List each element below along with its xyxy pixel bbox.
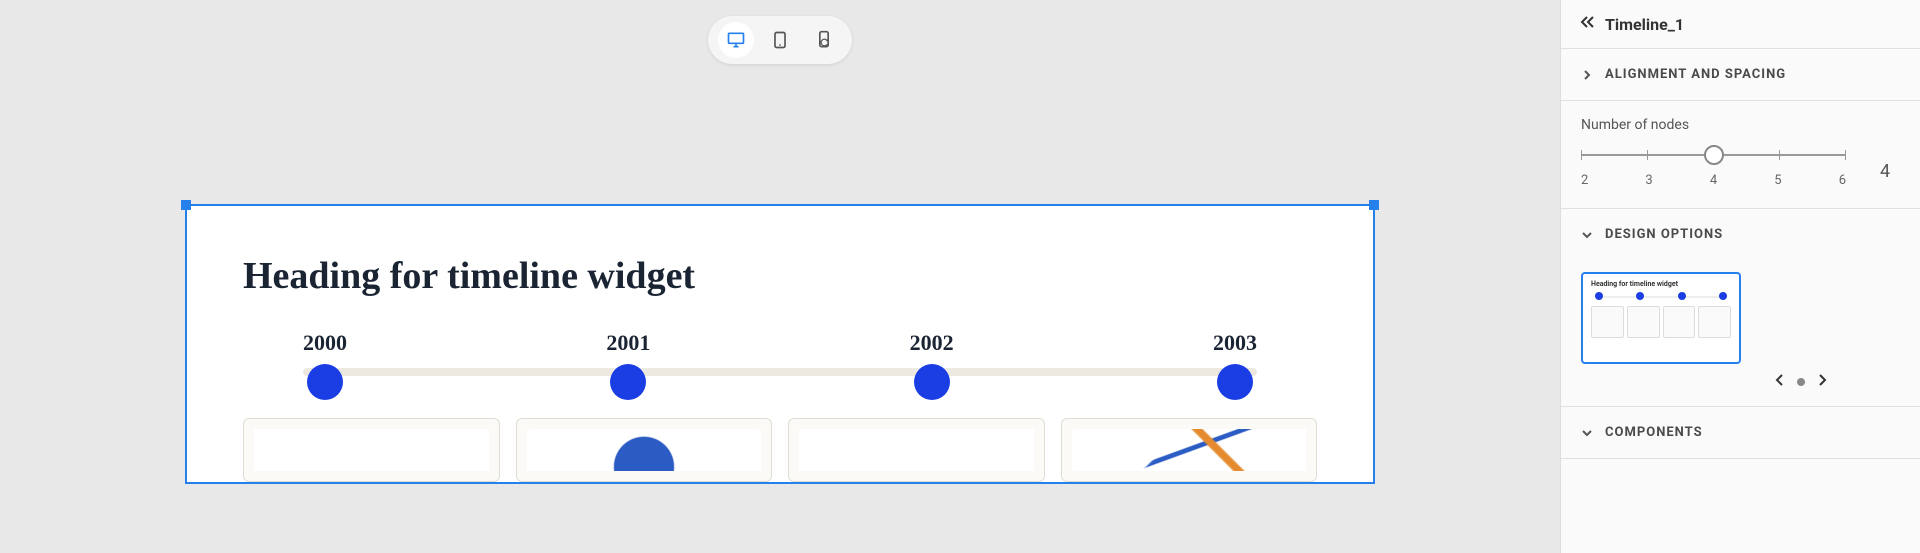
node-year: 2000 — [303, 330, 347, 356]
slider-thumb[interactable] — [1704, 145, 1724, 165]
panel-header: Timeline_1 — [1561, 0, 1920, 49]
section-label: DESIGN OPTIONS — [1605, 227, 1723, 242]
chevron-down-icon — [1581, 229, 1593, 241]
device-tablet-button[interactable] — [762, 22, 798, 58]
timeline-cards — [243, 418, 1317, 482]
node-dot — [914, 364, 950, 400]
device-desktop-button[interactable] — [718, 22, 754, 58]
timeline-node[interactable]: 2001 — [606, 330, 650, 400]
pager-dot-active[interactable] — [1797, 378, 1805, 386]
timeline-nodes: 2000 2001 2002 2003 — [303, 330, 1257, 400]
timeline-node[interactable]: 2002 — [910, 330, 954, 400]
design-pager — [1581, 374, 1900, 390]
mobile-refresh-icon — [814, 30, 834, 50]
nodes-label: Number of nodes — [1581, 117, 1846, 133]
tick-label: 4 — [1710, 173, 1717, 188]
panel-title: Timeline_1 — [1605, 15, 1684, 34]
node-year: 2003 — [1213, 330, 1257, 356]
section-design: DESIGN OPTIONS Heading for timeline widg… — [1561, 209, 1920, 407]
device-mobile-button[interactable] — [806, 22, 842, 58]
pager-prev-icon[interactable] — [1775, 374, 1785, 390]
section-alignment: ALIGNMENT AND SPACING — [1561, 49, 1920, 101]
node-count-value: 4 — [1870, 161, 1900, 188]
desktop-icon — [726, 30, 746, 50]
card-illustration — [799, 429, 1034, 471]
canvas-area: Heading for timeline widget 2000 2001 20… — [0, 0, 1560, 553]
collapse-panel-icon[interactable] — [1579, 14, 1595, 34]
tablet-icon — [770, 30, 790, 50]
design-option-thumbnail[interactable]: Heading for timeline widget — [1581, 272, 1741, 364]
timeline-card[interactable] — [516, 418, 773, 482]
tick-label: 6 — [1839, 173, 1846, 188]
tick-label: 5 — [1774, 173, 1781, 188]
resize-handle-top-left[interactable] — [181, 200, 191, 210]
section-label: COMPONENTS — [1605, 425, 1703, 440]
node-year: 2002 — [910, 330, 954, 356]
node-dot — [610, 364, 646, 400]
timeline-track: 2000 2001 2002 2003 — [303, 330, 1257, 390]
preview-heading: Heading for timeline widget — [1591, 280, 1731, 288]
properties-panel: Timeline_1 ALIGNMENT AND SPACING Number … — [1560, 0, 1920, 553]
tick-label: 2 — [1581, 173, 1588, 188]
node-year: 2001 — [606, 330, 650, 356]
section-header-design[interactable]: DESIGN OPTIONS — [1561, 209, 1920, 260]
section-label: ALIGNMENT AND SPACING — [1605, 67, 1786, 82]
chevron-right-icon — [1581, 69, 1593, 81]
timeline-card[interactable] — [1061, 418, 1318, 482]
section-nodes: Number of nodes 2 3 4 5 6 4 — [1561, 101, 1920, 209]
resize-handle-top-right[interactable] — [1369, 200, 1379, 210]
selected-widget-canvas[interactable]: Heading for timeline widget 2000 2001 20… — [185, 204, 1375, 484]
node-dot — [1217, 364, 1253, 400]
card-illustration — [254, 429, 489, 471]
slider-track[interactable] — [1581, 143, 1846, 167]
section-components: COMPONENTS — [1561, 407, 1920, 459]
timeline-card[interactable] — [243, 418, 500, 482]
node-dot — [307, 364, 343, 400]
chevron-down-icon — [1581, 427, 1593, 439]
timeline-card[interactable] — [788, 418, 1045, 482]
card-illustration — [1072, 429, 1307, 471]
timeline-heading[interactable]: Heading for timeline widget — [243, 254, 1317, 298]
section-header-alignment[interactable]: ALIGNMENT AND SPACING — [1561, 49, 1920, 100]
pager-next-icon[interactable] — [1817, 374, 1827, 390]
device-switcher — [708, 16, 852, 64]
tick-label: 3 — [1645, 173, 1652, 188]
slider-tick-labels: 2 3 4 5 6 — [1581, 173, 1846, 188]
timeline-node[interactable]: 2003 — [1213, 330, 1257, 400]
nodes-slider: Number of nodes 2 3 4 5 6 — [1581, 117, 1846, 188]
card-illustration — [527, 429, 762, 471]
section-header-components[interactable]: COMPONENTS — [1561, 407, 1920, 458]
timeline-node[interactable]: 2000 — [303, 330, 347, 400]
